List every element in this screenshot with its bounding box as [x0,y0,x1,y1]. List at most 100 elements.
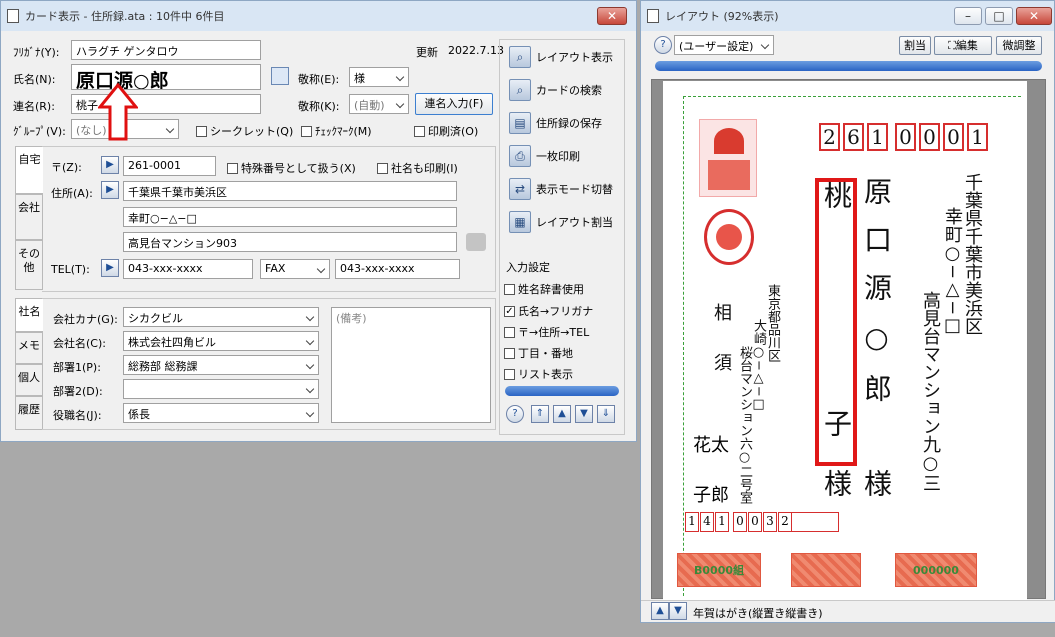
honor2-select[interactable]: (自動) [349,94,409,114]
sender-name-3: 花太 [693,435,729,456]
joint-input-button[interactable]: 連名入力(F) [415,93,493,115]
address-input-1[interactable]: 千葉県千葉市美浜区 [123,181,457,201]
tab-other[interactable]: その他 [15,240,43,290]
adjust-button[interactable]: 微調整 [996,36,1042,55]
layout-app-icon [647,9,659,23]
print-one-button[interactable]: ⎙ 一枚印刷 [509,145,580,167]
layout-assign-label: レイアウト割当 [536,216,613,229]
help-button[interactable]: ? [506,405,524,423]
card-window-title: カード表示 - 住所録.ata : 10件中 6件目 [25,10,225,23]
postcard-main-suffix: 様 [860,469,893,497]
sender-zip-digit-box: 1 [685,512,699,532]
fax-select[interactable]: FAX [260,259,330,279]
tab-office[interactable]: 会社 [15,194,43,240]
postcard-type-label: 年賀はがき(縦置き縦書き) [693,607,823,620]
dept1-select[interactable]: 総務部 総務課 [123,355,319,375]
progress-bar [505,386,619,396]
furigana-input[interactable]: ハラグチ ゲンタロウ [71,40,261,60]
name-furigana-checkbox[interactable]: ✓ 氏名→フリガナ [504,303,593,319]
zip-digit-box: 0 [895,123,916,151]
update-label: 更新 [416,46,438,59]
chome-checkbox[interactable]: 丁目・番地 [504,345,573,361]
close-button[interactable]: ✕ [597,7,627,25]
zip-digit-box: 0 [943,123,964,151]
sender-zip-digit-box: 3 [763,512,777,532]
save-book-label: 住所録の保存 [536,117,602,130]
sender-address-3: 桜台マンション六○二号室 [737,346,752,504]
notes-textarea[interactable]: (備考) [331,307,491,423]
mode-switch-button[interactable]: ⇄ 表示モード切替 [509,178,613,200]
layout-help-button[interactable]: ? [654,36,672,54]
postcard-address-3: 高見台マンション九○三 [920,291,941,492]
maximize-button[interactable]: □ [985,7,1013,25]
name-dictionary-checkbox[interactable]: 姓名辞書使用 [504,281,584,297]
fax-input[interactable]: 043-xxx-xxxx [335,259,460,279]
printed-checkbox[interactable]: 印刷済(O) [414,123,478,139]
zip-address-checkbox[interactable]: 〒→住所→TEL [504,324,589,340]
prev-record-button[interactable]: ▲ [553,405,571,423]
postcard-joint-suffix: 様 [820,469,853,497]
address-input-3[interactable]: 高見台マンション903 [123,232,457,252]
sender-zip-digit-box: 0 [748,512,762,532]
edit-button[interactable]: ⛶編集 [934,36,992,55]
company-print-checkbox[interactable]: 社名も印刷(I) [377,160,458,176]
assign-button[interactable]: 割当 [899,36,931,55]
sender-address-2: 大崎○−△−□ [751,319,766,412]
card-search-label: カードの検索 [536,84,602,97]
company-kana-label: 会社カナ(G): [53,313,118,326]
sender-name-1: 相 [711,303,732,321]
list-view-checkbox[interactable]: リスト表示 [504,366,573,382]
first-record-button[interactable]: ⇑ [531,405,549,423]
card-window: カード表示 - 住所録.ata : 10件中 6件目 ✕ ﾌﾘｶﾞﾅ(Y): ハ… [0,0,637,442]
checkmark-checkbox[interactable]: ﾁｪｯｸﾏｰｸ(M) [301,123,372,139]
special-number-label: 特殊番号として扱う(X) [241,162,356,175]
layout-assign-button[interactable]: ▦ レイアウト割当 [509,211,613,233]
zip-arrow-button[interactable]: ▶ [101,156,119,174]
save-book-button[interactable]: ▤ 住所録の保存 [509,112,602,134]
edit-icon: ⛶ [948,39,956,52]
address-arrow-button[interactable]: ▶ [101,181,119,199]
company-kana-select[interactable]: シカクビル [123,307,319,327]
zip-digit-box: 2 [819,123,840,151]
zip-label: 〒(Z): [51,161,82,174]
secret-label: シークレット(Q) [210,125,294,138]
scroll-down-button[interactable]: ▼ [669,602,687,620]
last-record-button[interactable]: ⇓ [597,405,615,423]
lottery-stamp-left: B0000組 [677,553,761,587]
user-setting-select[interactable]: (ユーザー設定) [674,35,774,55]
layout-close-button[interactable]: ✕ [1016,7,1052,25]
honor-select[interactable]: 様 [349,67,409,87]
tab-home[interactable]: 自宅 [15,146,43,194]
tab-company[interactable]: 社名 [15,298,43,332]
special-number-checkbox[interactable]: 特殊番号として扱う(X) [227,160,356,176]
tel-arrow-button[interactable]: ▶ [101,259,119,277]
tel-input[interactable]: 043-xxx-xxxx [123,259,253,279]
tel-label: TEL(T): [51,263,90,276]
card-search-button[interactable]: ⌕ カードの検索 [509,79,602,101]
minimize-button[interactable]: – [954,7,982,25]
layout-show-button[interactable]: ⌕ レイアウト表示 [509,46,613,68]
title-select[interactable]: 係長 [123,403,319,423]
tab-history[interactable]: 履歴 [15,396,43,430]
annotation-arrow-icon [98,83,138,141]
map-icon[interactable] [466,233,486,251]
scroll-up-button[interactable]: ▲ [651,602,669,620]
dept2-select[interactable] [123,379,319,399]
company-name-select[interactable]: 株式会社四角ビル [123,331,319,351]
seal-stamp-icon [704,209,754,265]
zip-input[interactable]: 261-0001 [123,156,216,176]
address-input-2[interactable]: 幸町○−△−□ [123,207,457,227]
next-record-button[interactable]: ▼ [575,405,593,423]
list-view-label: リスト表示 [518,368,573,381]
postcard-address-2: 幸町○−△−□ [942,207,963,337]
postcard-main-name: 原口源○郎 [860,177,893,422]
tab-personal[interactable]: 個人 [15,364,43,396]
name-dictionary-icon[interactable] [271,67,289,85]
tab-memo[interactable]: メモ [15,332,43,364]
notes-placeholder: (備考) [336,312,367,325]
address-label: 住所(A): [51,187,93,200]
layout-window-title: レイアウト (92%表示) [665,10,779,23]
lottery-stamp-middle [791,553,861,587]
furigana-label: ﾌﾘｶﾞﾅ(Y): [13,46,60,59]
secret-checkbox[interactable]: シークレット(Q) [196,123,293,139]
